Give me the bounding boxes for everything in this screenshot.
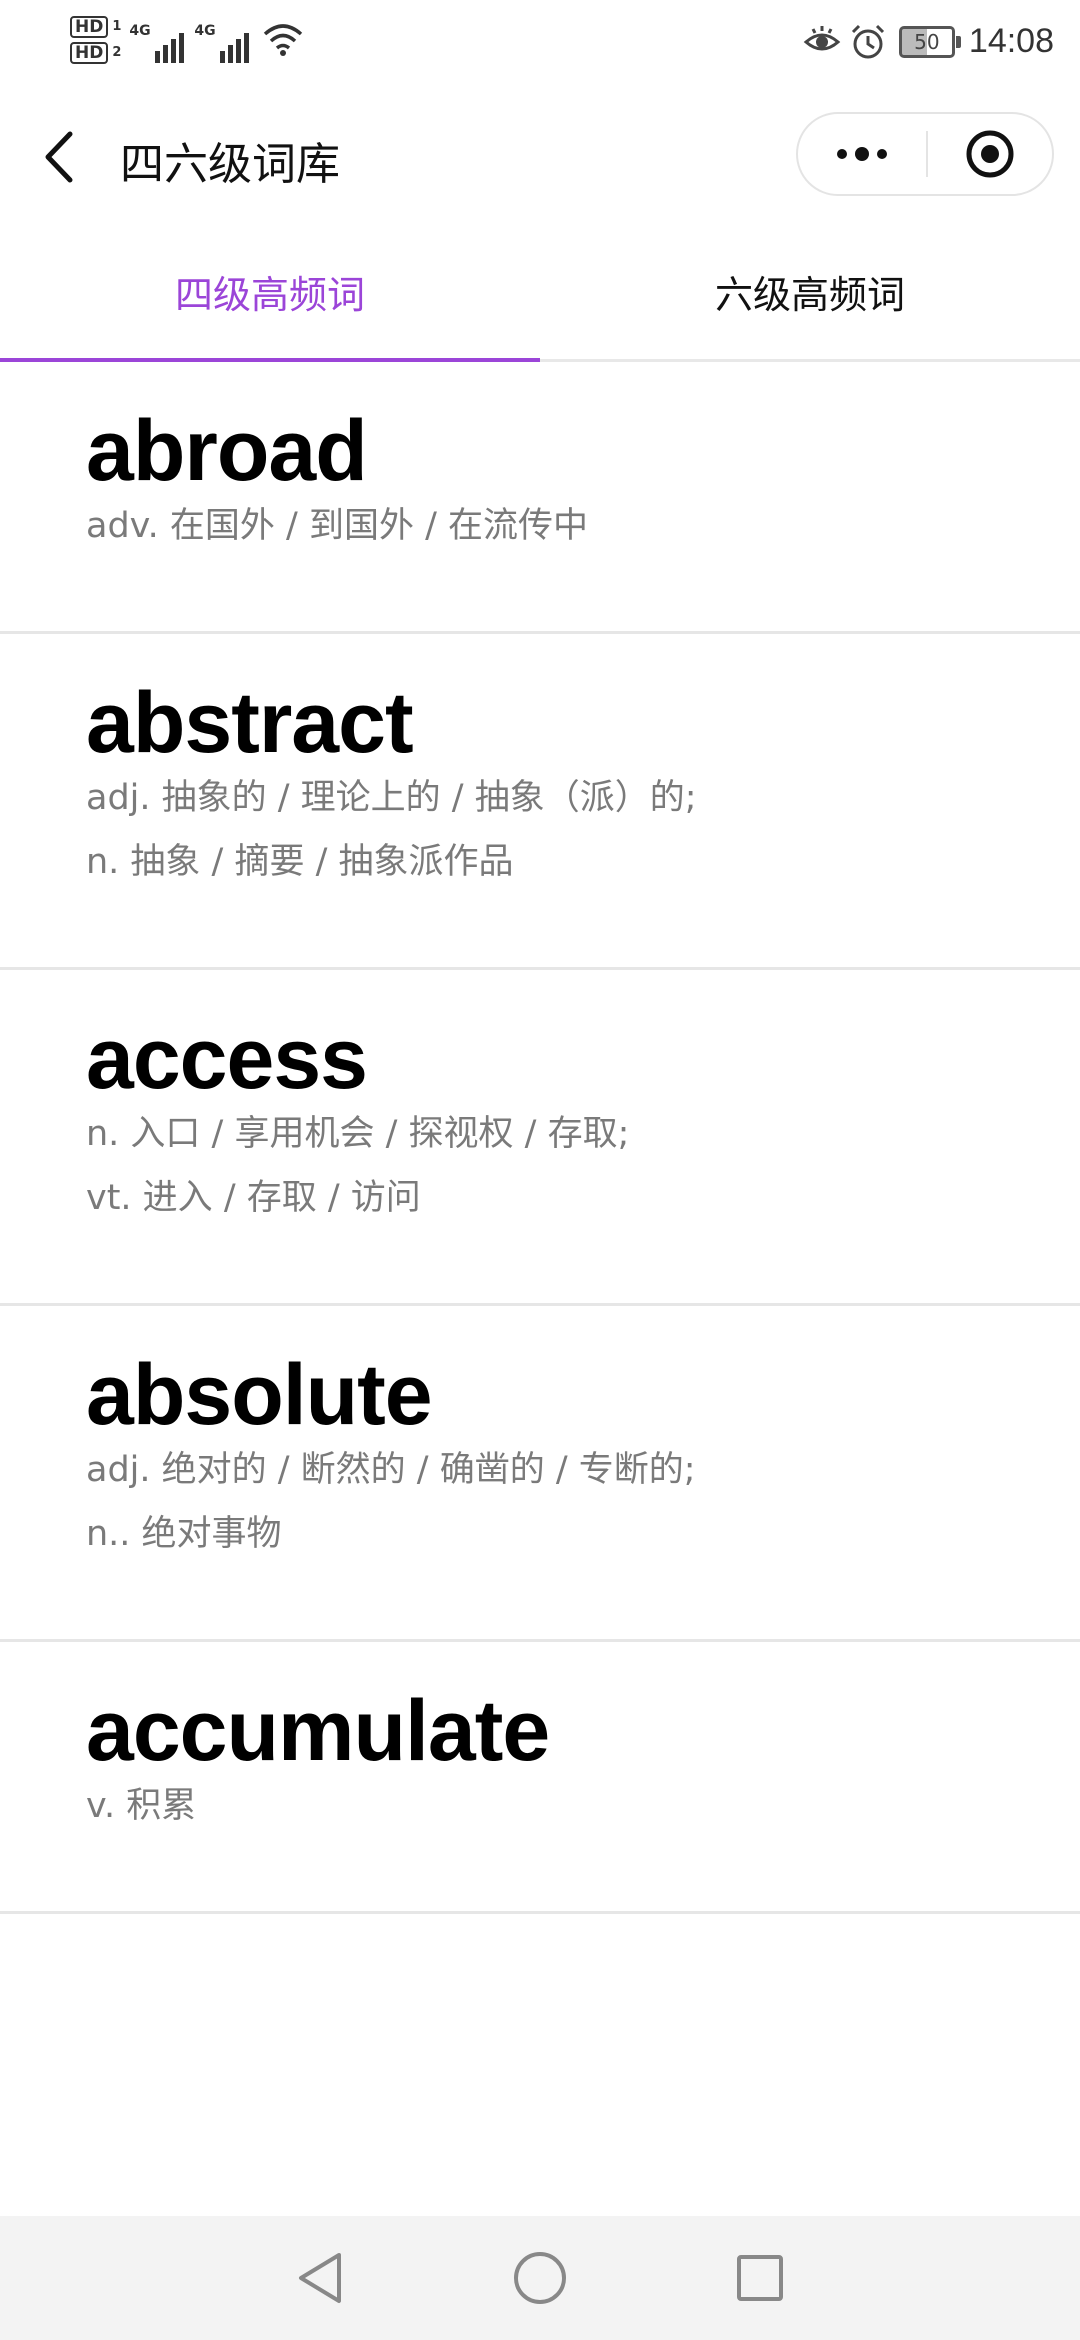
word-text: abroad bbox=[86, 403, 368, 499]
wifi-icon bbox=[264, 24, 303, 56]
nav-recent-button[interactable] bbox=[720, 2238, 800, 2318]
eye-icon bbox=[803, 25, 841, 50]
tab-bar: 四级高频词 六级高频词 bbox=[0, 220, 1080, 362]
signal-1-icon: 4G bbox=[129, 17, 185, 63]
list-item[interactable]: abstract adj. 抽象的 / 理论上的 / 抽象（派）的; n. 抽象… bbox=[0, 634, 1080, 970]
status-bar: HD 1 HD 2 4G 4G 50 14:08 bbox=[0, 0, 1080, 92]
word-list: abroad adv. 在国外 / 到国外 / 在流传中 abstract ad… bbox=[0, 362, 1080, 1914]
word-meaning: vt. 进入 / 存取 / 访问 bbox=[86, 1178, 421, 1218]
tab-cet4[interactable]: 四级高频词 bbox=[0, 220, 540, 362]
word-meaning: adv. 在国外 / 到国外 / 在流传中 bbox=[86, 506, 588, 546]
nav-back-button[interactable] bbox=[280, 2238, 360, 2318]
word-meaning: n. 入口 / 享用机会 / 探视权 / 存取; bbox=[86, 1114, 630, 1154]
circle-home-icon bbox=[514, 2252, 566, 2304]
triangle-back-icon bbox=[299, 2253, 341, 2303]
back-chevron-icon[interactable] bbox=[30, 122, 90, 192]
status-right: 50 14:08 bbox=[803, 22, 1054, 61]
page-title: 四六级词库 bbox=[120, 139, 340, 190]
status-left: HD 1 HD 2 4G 4G bbox=[70, 16, 303, 64]
battery-indicator: 50 bbox=[898, 25, 961, 58]
status-time: 14:08 bbox=[968, 22, 1054, 60]
mini-program-capsule bbox=[796, 112, 1054, 196]
hd-indicator-2: HD 2 bbox=[70, 42, 121, 64]
word-meaning: adj. 绝对的 / 断然的 / 确凿的 / 专断的; bbox=[86, 1450, 696, 1490]
more-button[interactable] bbox=[798, 114, 926, 194]
list-item[interactable]: absolute adj. 绝对的 / 断然的 / 确凿的 / 专断的; n..… bbox=[0, 1306, 1080, 1642]
word-text: absolute bbox=[86, 1347, 433, 1443]
word-text: accumulate bbox=[86, 1683, 550, 1779]
list-item[interactable]: abroad adv. 在国外 / 到国外 / 在流传中 bbox=[0, 362, 1080, 634]
word-meaning: n. 抽象 / 摘要 / 抽象派作品 bbox=[86, 842, 514, 882]
list-item[interactable]: access n. 入口 / 享用机会 / 探视权 / 存取; vt. 进入 /… bbox=[0, 970, 1080, 1306]
close-mini-program-button[interactable] bbox=[928, 114, 1052, 194]
word-meaning: n.. 绝对事物 bbox=[86, 1514, 282, 1554]
signal-2-icon: 4G bbox=[194, 17, 250, 63]
list-item[interactable]: accumulate v. 积累 bbox=[0, 1642, 1080, 1914]
target-icon bbox=[966, 130, 1014, 178]
square-recent-icon bbox=[737, 2255, 783, 2301]
nav-home-button[interactable] bbox=[500, 2238, 580, 2318]
hd-indicators: HD 1 HD 2 bbox=[70, 16, 121, 64]
word-text: abstract bbox=[86, 675, 414, 771]
nav-bar: 四六级词库 bbox=[0, 92, 1080, 220]
alarm-icon bbox=[851, 24, 884, 58]
word-meaning: adj. 抽象的 / 理论上的 / 抽象（派）的; bbox=[86, 778, 697, 818]
system-nav-bar bbox=[0, 2216, 1080, 2340]
more-dots-icon bbox=[837, 147, 887, 161]
tab-cet6[interactable]: 六级高频词 bbox=[540, 220, 1080, 362]
hd-indicator-1: HD 1 bbox=[70, 16, 121, 38]
word-text: access bbox=[86, 1011, 368, 1107]
word-meaning: v. 积累 bbox=[86, 1786, 197, 1826]
